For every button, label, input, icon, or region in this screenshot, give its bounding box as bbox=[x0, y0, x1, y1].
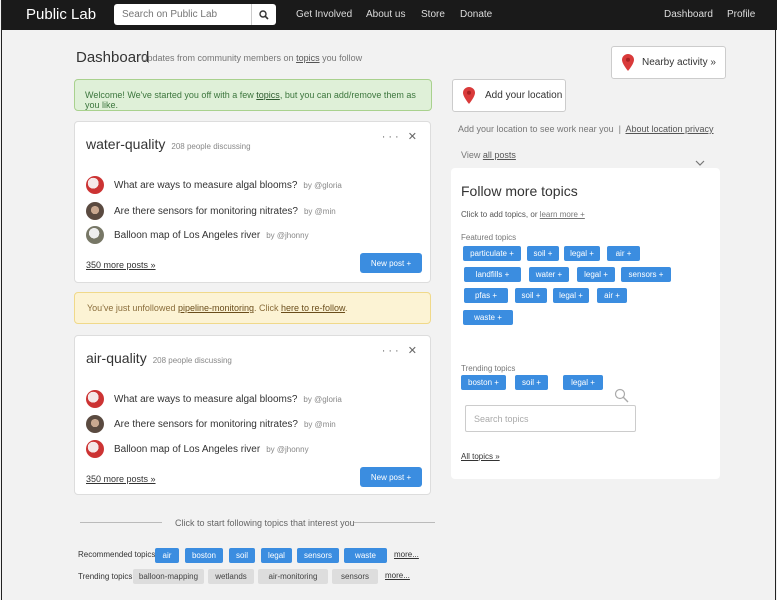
search-topics-input[interactable]: Search topics bbox=[465, 405, 636, 432]
avatar bbox=[86, 202, 104, 220]
topic-chip[interactable]: boston + bbox=[461, 375, 506, 390]
all-topics-link[interactable]: All topics » bbox=[461, 452, 500, 461]
topic-chip[interactable]: legal + bbox=[563, 375, 603, 390]
follow-topics-panel: Follow more topics Click to add topics, … bbox=[451, 168, 720, 479]
recommended-topic-chip[interactable]: waste bbox=[344, 548, 387, 563]
topic-chip[interactable]: soil + bbox=[527, 246, 559, 261]
recommended-topic-chip[interactable]: sensors bbox=[297, 548, 339, 563]
topic-chip[interactable]: water + bbox=[529, 267, 569, 282]
location-note: Add your location to see work near you |… bbox=[458, 124, 714, 134]
nav-store[interactable]: Store bbox=[421, 9, 445, 20]
unfollow-alert: You've just unfollowed pipeline-monitori… bbox=[74, 292, 431, 324]
trending-topic-chip[interactable]: air-monitoring bbox=[258, 569, 328, 584]
recommended-topics-label: Recommended topics: bbox=[78, 550, 158, 559]
refollow-link[interactable]: here to re-follow bbox=[281, 303, 345, 313]
topic-chip[interactable]: soil + bbox=[515, 375, 548, 390]
app-frame: Public Lab Get Involved About us Store D… bbox=[1, 0, 777, 600]
topic-chip[interactable]: landfills + bbox=[464, 267, 521, 282]
avatar bbox=[86, 440, 104, 458]
avatar bbox=[86, 390, 104, 408]
topic-card-title: water-quality 208 people discussing bbox=[86, 136, 251, 152]
unfollowed-topic-link[interactable]: pipeline-monitoring bbox=[178, 303, 254, 313]
list-item[interactable]: What are ways to measure algal blooms? by… bbox=[86, 176, 342, 194]
trending-more-link[interactable]: more... bbox=[385, 571, 410, 580]
recommended-topic-chip[interactable]: air bbox=[155, 548, 179, 563]
topic-card-water-quality: water-quality 208 people discussing ··· ✕… bbox=[74, 121, 431, 283]
featured-topics-label: Featured topics bbox=[461, 233, 517, 242]
topic-chip[interactable]: legal + bbox=[564, 246, 600, 261]
map-pin-icon bbox=[622, 54, 634, 71]
welcome-alert: Welcome! We've started you off with a fe… bbox=[74, 79, 432, 111]
welcome-topics-link[interactable]: topics bbox=[256, 90, 280, 100]
more-posts-link[interactable]: 350 more posts » bbox=[86, 474, 156, 484]
nav-about-us[interactable]: About us bbox=[366, 9, 405, 20]
follow-topics-subtitle: Click to add topics, or learn more + bbox=[461, 210, 585, 219]
topic-chip[interactable]: waste + bbox=[463, 310, 513, 325]
site-search-input[interactable] bbox=[114, 4, 252, 25]
more-options-icon[interactable]: ··· bbox=[382, 345, 402, 357]
divider bbox=[80, 522, 162, 523]
follow-topics-title: Follow more topics bbox=[461, 183, 578, 199]
nav-dashboard[interactable]: Dashboard bbox=[664, 9, 713, 20]
search-icon bbox=[614, 388, 629, 403]
trending-topics-label: Trending topics bbox=[461, 364, 516, 373]
topic-card-air-quality: air-quality 208 people discussing ··· ✕ W… bbox=[74, 335, 431, 495]
nav-profile[interactable]: Profile bbox=[727, 9, 755, 20]
recommended-topic-chip[interactable]: soil bbox=[229, 548, 255, 563]
close-icon[interactable]: ✕ bbox=[408, 131, 420, 143]
brand-logo[interactable]: Public Lab bbox=[26, 6, 96, 23]
close-icon[interactable]: ✕ bbox=[408, 345, 420, 357]
follow-prompt: Click to start following topics that int… bbox=[175, 518, 355, 528]
trending-topic-chip[interactable]: wetlands bbox=[208, 569, 254, 584]
location-privacy-link[interactable]: About location privacy bbox=[625, 124, 713, 134]
more-options-icon[interactable]: ··· bbox=[382, 131, 402, 143]
topic-chip[interactable]: soil + bbox=[515, 288, 547, 303]
list-item[interactable]: Balloon map of Los Angeles river by @jhon… bbox=[86, 226, 309, 244]
topic-chip[interactable]: sensors + bbox=[621, 267, 671, 282]
nav-get-involved[interactable]: Get Involved bbox=[296, 9, 352, 20]
topic-chip[interactable]: legal + bbox=[577, 267, 615, 282]
trending-topic-chip[interactable]: balloon-mapping bbox=[133, 569, 204, 584]
nav-donate[interactable]: Donate bbox=[460, 9, 492, 20]
avatar bbox=[86, 415, 104, 433]
list-item[interactable]: What are ways to measure algal blooms? by… bbox=[86, 390, 342, 408]
learn-more-link[interactable]: learn more + bbox=[540, 210, 585, 219]
search-icon bbox=[259, 9, 269, 20]
topic-chip[interactable]: legal + bbox=[553, 288, 589, 303]
list-item[interactable]: Balloon map of Los Angeles river by @jhon… bbox=[86, 440, 309, 458]
site-search bbox=[114, 4, 276, 25]
more-posts-link[interactable]: 350 more posts » bbox=[86, 260, 156, 270]
list-item[interactable]: Are there sensors for monitoring nitrate… bbox=[86, 415, 336, 433]
new-post-button[interactable]: New post + bbox=[360, 253, 422, 273]
add-location-button[interactable]: Add your location bbox=[452, 79, 566, 112]
view-all-posts: View all posts bbox=[461, 150, 516, 160]
avatar bbox=[86, 226, 104, 244]
topic-chip[interactable]: pfas + bbox=[464, 288, 508, 303]
topic-chip[interactable]: air + bbox=[607, 246, 640, 261]
top-nav: Public Lab Get Involved About us Store D… bbox=[2, 0, 777, 30]
new-post-button[interactable]: New post + bbox=[360, 467, 422, 487]
page-subtitle: Updates from community members on topics… bbox=[141, 53, 363, 63]
map-pin-icon bbox=[463, 87, 475, 104]
recommended-more-link[interactable]: more... bbox=[394, 550, 419, 559]
trending-topic-chip[interactable]: sensors bbox=[332, 569, 378, 584]
topics-link[interactable]: topics bbox=[296, 53, 320, 63]
search-button[interactable] bbox=[252, 4, 276, 25]
avatar bbox=[86, 176, 104, 194]
topic-chip[interactable]: particulate + bbox=[463, 246, 521, 261]
trending-topics-label: Trending topics: bbox=[78, 572, 135, 581]
list-item[interactable]: Are there sensors for monitoring nitrate… bbox=[86, 202, 336, 220]
topic-chip[interactable]: air + bbox=[597, 288, 627, 303]
recommended-topic-chip[interactable]: legal bbox=[261, 548, 292, 563]
nearby-activity-button[interactable]: Nearby activity » bbox=[611, 46, 726, 79]
divider bbox=[354, 522, 435, 523]
topic-card-title: air-quality 208 people discussing bbox=[86, 350, 232, 366]
all-posts-link[interactable]: all posts bbox=[483, 150, 516, 160]
page-title: Dashboard bbox=[76, 49, 150, 66]
recommended-topic-chip[interactable]: boston bbox=[185, 548, 223, 563]
